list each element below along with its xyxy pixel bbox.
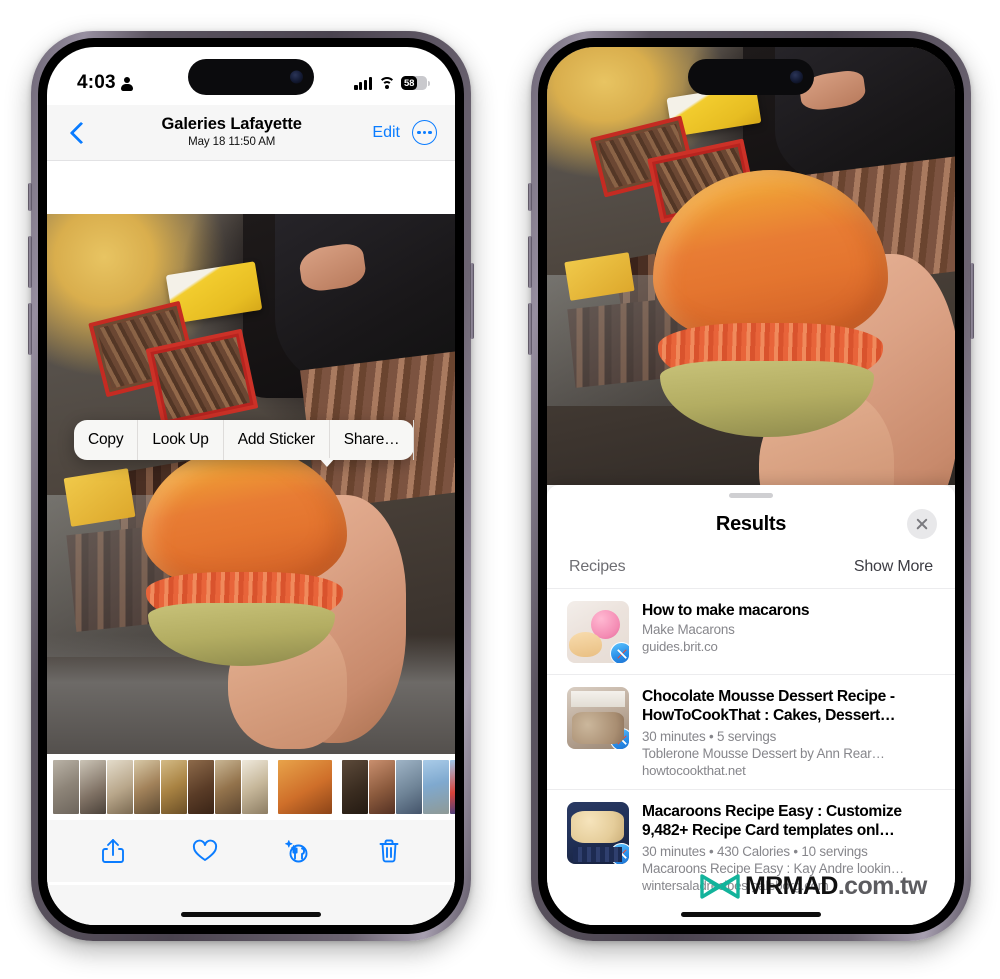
result-title[interactable]: How to make macarons bbox=[642, 601, 933, 620]
page-subtitle: May 18 11:50 AM bbox=[188, 136, 276, 149]
heart-icon[interactable] bbox=[190, 836, 220, 866]
mute-button[interactable] bbox=[528, 183, 532, 211]
left-phone-screen: 4:03 58 Galeries Lafayette May 18 11:50 … bbox=[47, 47, 455, 925]
result-meta: 30 minutes • 5 servings bbox=[642, 728, 777, 744]
person-icon bbox=[120, 76, 133, 91]
list-item[interactable] bbox=[80, 760, 106, 814]
page-title: Galeries Lafayette bbox=[161, 115, 302, 134]
right-phone-device: Results Recipes Show More How to make ma… bbox=[528, 31, 974, 941]
trash-icon[interactable] bbox=[374, 836, 404, 866]
home-indicator-left[interactable] bbox=[181, 912, 321, 917]
dynamic-island-right bbox=[688, 59, 814, 95]
section-header-recipes: Recipes Show More bbox=[547, 550, 955, 589]
nav-actions: Edit bbox=[372, 120, 437, 145]
status-time-group: 4:03 bbox=[77, 72, 133, 94]
result-info: Chocolate Mousse Dessert Recipe - HowToC… bbox=[642, 687, 933, 778]
macaron-subject bbox=[137, 441, 406, 750]
result-thumbnail bbox=[567, 601, 629, 663]
list-item[interactable] bbox=[215, 760, 241, 814]
menu-item-copy[interactable]: Copy bbox=[74, 420, 139, 460]
cellular-bars-icon bbox=[354, 76, 372, 90]
power-button[interactable] bbox=[470, 263, 474, 339]
photos-bottom-toolbar bbox=[47, 820, 455, 882]
left-phone-bezel: 4:03 58 Galeries Lafayette May 18 11:50 … bbox=[38, 38, 464, 934]
safari-icon bbox=[610, 642, 629, 663]
nav-title-group: Galeries Lafayette May 18 11:50 AM bbox=[91, 115, 372, 149]
section-title: Recipes bbox=[569, 558, 626, 575]
macaron-subject bbox=[653, 169, 955, 485]
result-thumbnail bbox=[567, 801, 629, 864]
safari-icon bbox=[610, 728, 629, 749]
home-bar-area-left bbox=[47, 885, 455, 925]
dynamic-island-left bbox=[188, 59, 314, 95]
list-item[interactable] bbox=[242, 760, 268, 814]
home-indicator-right[interactable] bbox=[681, 912, 821, 917]
menu-item-look-up[interactable]: Look Up bbox=[138, 420, 224, 460]
list-item[interactable] bbox=[369, 760, 395, 814]
volume-up-button[interactable] bbox=[28, 236, 32, 288]
visual-lookup-results-sheet: Results Recipes Show More How to make ma… bbox=[547, 485, 955, 925]
photo-thumbnail-strip[interactable] bbox=[47, 754, 455, 820]
result-title[interactable]: Macaroons Recipe Easy : Customize 9,482+… bbox=[642, 802, 933, 841]
result-description: Toblerone Mousse Dessert by Ann Rear… bbox=[642, 745, 885, 761]
visual-lookup-food-icon[interactable] bbox=[282, 836, 312, 866]
list-item[interactable] bbox=[396, 760, 422, 814]
result-url: howtocookthat.net bbox=[642, 762, 746, 778]
result-description: Macaroons Recipe Easy : Kay Andre lookin… bbox=[642, 860, 904, 876]
list-item[interactable] bbox=[134, 760, 160, 814]
list-item[interactable] bbox=[188, 760, 214, 814]
photos-nav-bar: Galeries Lafayette May 18 11:50 AM Edit bbox=[47, 105, 455, 161]
result-url: guides.brit.co bbox=[642, 639, 718, 655]
result-title[interactable]: Chocolate Mousse Dessert Recipe - HowToC… bbox=[642, 687, 933, 726]
sheet-title: Results bbox=[715, 512, 787, 535]
volume-down-button[interactable] bbox=[528, 303, 532, 355]
menu-item-add-sticker[interactable]: Add Sticker bbox=[224, 420, 330, 460]
table-row[interactable]: Macaroons Recipe Easy : Customize 9,482+… bbox=[547, 790, 955, 904]
sheet-header: Results bbox=[547, 498, 955, 550]
table-row[interactable]: How to make macarons Make Macarons guide… bbox=[547, 589, 955, 675]
left-phone-device: 4:03 58 Galeries Lafayette May 18 11:50 … bbox=[28, 31, 474, 941]
photo-viewer-left[interactable]: Copy Look Up Add Sticker Share… bbox=[47, 214, 455, 754]
selected-thumbnail[interactable] bbox=[278, 760, 332, 814]
safari-icon bbox=[610, 842, 629, 864]
right-phone-screen: Results Recipes Show More How to make ma… bbox=[547, 47, 955, 925]
volume-down-button[interactable] bbox=[28, 303, 32, 355]
photo-viewer-right[interactable] bbox=[547, 47, 955, 485]
front-camera-icon bbox=[290, 70, 303, 84]
result-url: wintersaladrecipes.galeborg.com bbox=[642, 877, 829, 893]
menu-item-share[interactable]: Share… bbox=[330, 420, 415, 460]
show-more-button[interactable]: Show More bbox=[854, 558, 933, 576]
mute-button[interactable] bbox=[28, 183, 32, 211]
ellipsis-circle-icon[interactable] bbox=[412, 120, 437, 145]
battery-percent: 58 bbox=[404, 77, 415, 89]
patisserie-photo bbox=[547, 47, 955, 485]
result-info: How to make macarons Make Macarons guide… bbox=[642, 601, 933, 663]
patisserie-photo bbox=[47, 214, 455, 754]
text-selection-context-menu[interactable]: Copy Look Up Add Sticker Share… bbox=[74, 420, 415, 467]
list-item[interactable] bbox=[161, 760, 187, 814]
front-camera-icon bbox=[790, 70, 803, 84]
screenshot-root: 4:03 58 Galeries Lafayette May 18 11:50 … bbox=[0, 0, 1000, 979]
list-item[interactable] bbox=[342, 760, 368, 814]
wifi-icon bbox=[378, 76, 395, 90]
table-row[interactable]: Chocolate Mousse Dessert Recipe - HowToC… bbox=[547, 675, 955, 790]
power-button[interactable] bbox=[970, 263, 974, 339]
list-item[interactable] bbox=[107, 760, 133, 814]
list-item[interactable] bbox=[53, 760, 79, 814]
result-thumbnail bbox=[567, 687, 629, 749]
result-info: Macaroons Recipe Easy : Customize 9,482+… bbox=[642, 802, 933, 893]
right-phone-bezel: Results Recipes Show More How to make ma… bbox=[538, 38, 964, 934]
share-icon[interactable] bbox=[98, 836, 128, 866]
close-icon[interactable] bbox=[907, 509, 937, 539]
result-meta: 30 minutes • 430 Calories • 10 servings bbox=[642, 843, 868, 859]
battery-icon: 58 bbox=[401, 76, 430, 90]
chevron-left-icon[interactable] bbox=[65, 120, 91, 146]
list-item[interactable] bbox=[423, 760, 449, 814]
status-time: 4:03 bbox=[77, 72, 116, 93]
result-description: Make Macarons bbox=[642, 622, 735, 638]
status-indicators: 58 bbox=[354, 76, 430, 90]
list-item[interactable] bbox=[450, 760, 455, 814]
edit-button[interactable]: Edit bbox=[372, 124, 400, 142]
volume-up-button[interactable] bbox=[528, 236, 532, 288]
